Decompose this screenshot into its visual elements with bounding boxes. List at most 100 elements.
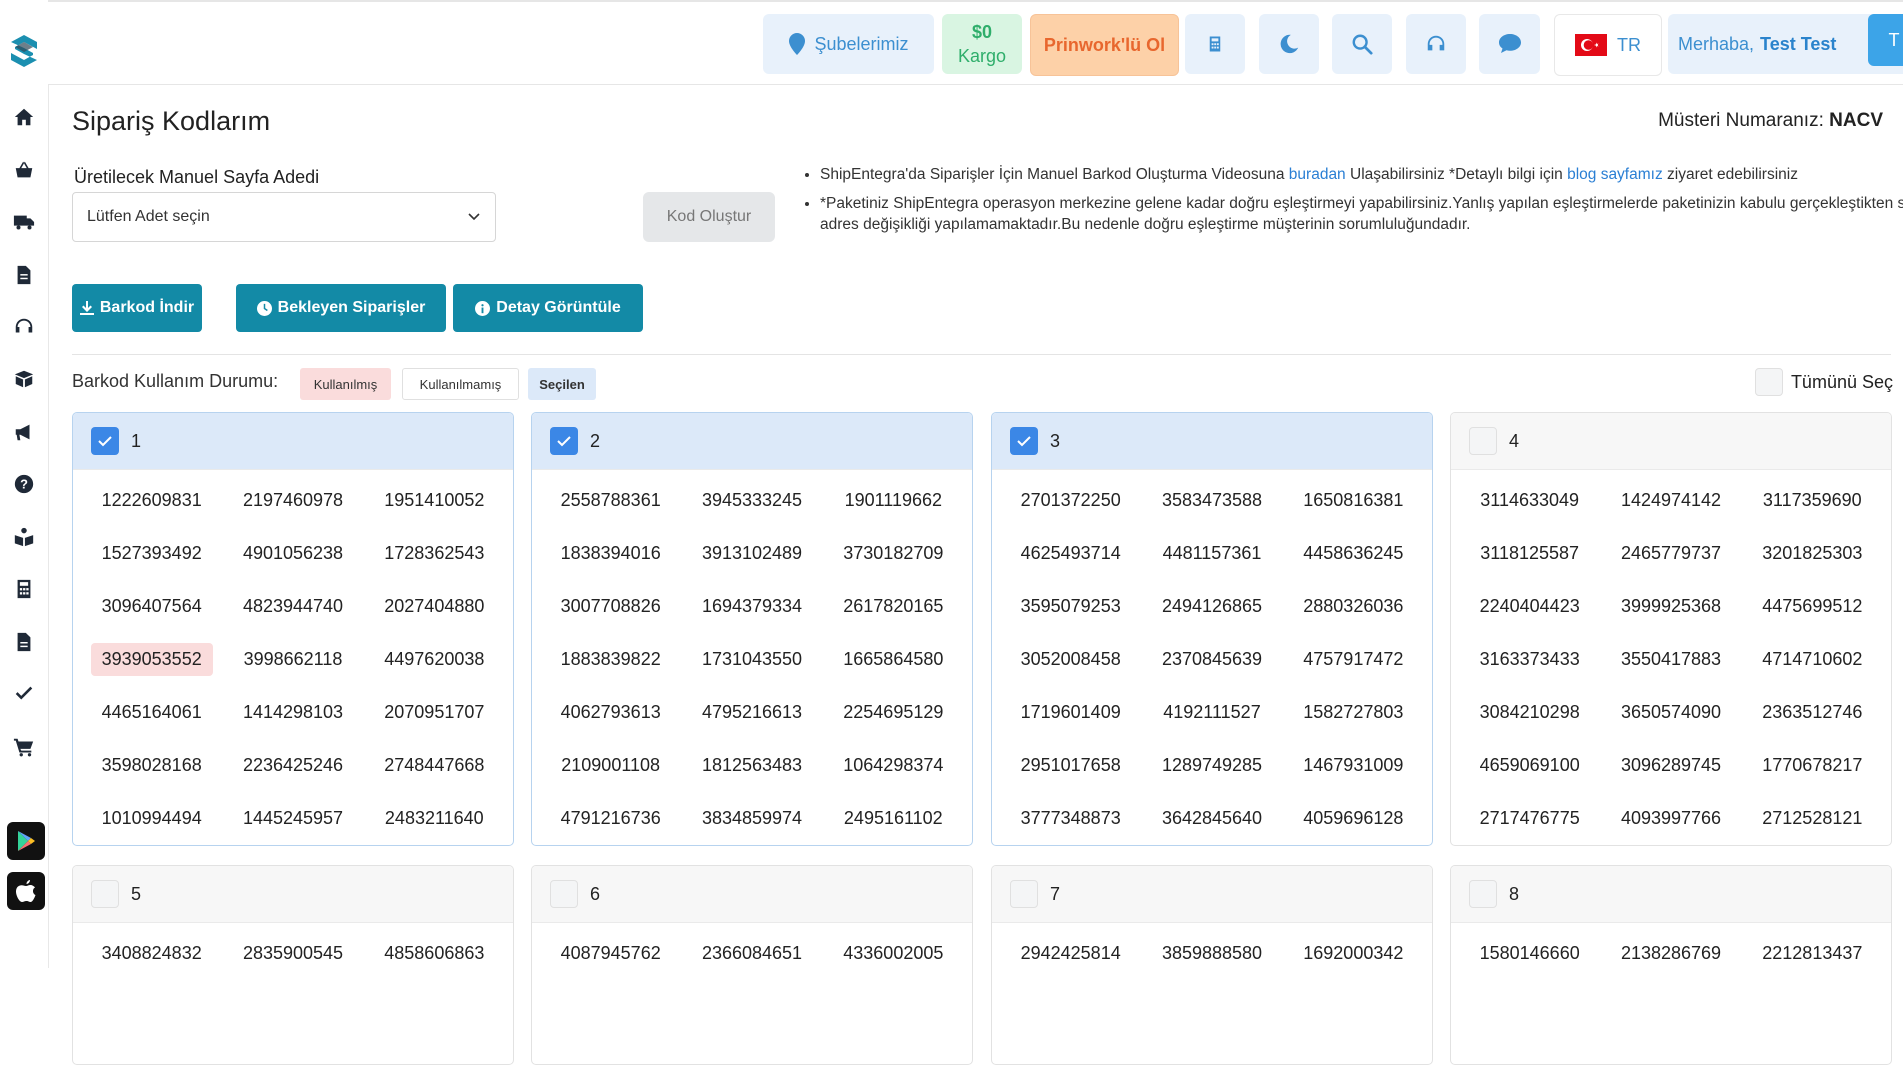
page-number: 4	[1509, 430, 1520, 451]
barcode-value: 3859888580	[1161, 943, 1263, 963]
barcode-value: 2370845639	[1161, 649, 1263, 669]
barcode-item: 4659069100	[1459, 739, 1600, 792]
barcode-item: 3550417883	[1600, 633, 1741, 686]
search-button[interactable]	[1332, 14, 1392, 74]
barcode-item: 3096407564	[81, 580, 222, 633]
page-checkbox[interactable]	[91, 427, 119, 455]
page-checkbox[interactable]	[550, 880, 578, 908]
barcode-value: 1731043550	[701, 649, 803, 669]
download-icon	[79, 301, 94, 315]
select-all[interactable]: Tümünü Seç	[1754, 368, 1893, 396]
barcode-item: 3834859974	[681, 792, 822, 845]
page-checkbox[interactable]	[1469, 427, 1497, 455]
barcode-value: 2701372250	[1020, 490, 1121, 510]
barcode-value: 1650816381	[1303, 490, 1404, 510]
barcode-value: 2465779737	[1620, 543, 1722, 563]
apple-store-icon[interactable]	[7, 872, 45, 910]
help-icon[interactable]: ?	[12, 472, 36, 496]
barcode-item: 3598028168	[81, 739, 222, 792]
barcode-page-header[interactable]: 5	[73, 866, 513, 923]
barcode-page-header[interactable]: 2	[532, 413, 972, 470]
megaphone-icon[interactable]	[12, 420, 36, 444]
page-checkbox[interactable]	[1469, 880, 1497, 908]
blog-link[interactable]: blog sayfamız	[1567, 166, 1663, 183]
barcode-value: 2254695129	[843, 702, 944, 722]
barcode-page-card: 2 2558788361 3945333245 1901119662 183839401…	[531, 412, 973, 846]
info-text: ziyaret edebilirsiniz	[1662, 166, 1798, 183]
page-count-label: Üretilecek Manuel Sayfa Adedi	[74, 167, 320, 187]
barcode-item: 4336002005	[823, 927, 964, 980]
barcode-item: 3777348873	[1000, 792, 1141, 845]
support-button[interactable]	[1406, 14, 1466, 74]
headset-icon[interactable]	[12, 315, 36, 339]
barcode-page-card: 1 1222609831 2197460978 1951410052 152739349…	[72, 412, 514, 846]
barcode-page-header[interactable]: 4	[1451, 413, 1891, 470]
barcode-value: 3945333245	[701, 490, 803, 510]
selected-badge: Seçilen	[528, 368, 596, 400]
video-link[interactable]: buradan	[1289, 166, 1346, 183]
barcode-page-card: 5 3408824832 2835900545 4858606863	[72, 865, 514, 1065]
calculator-icon[interactable]	[12, 577, 36, 601]
download-barcode-button[interactable]: Barkod İndir	[72, 284, 202, 332]
barcode-page-header[interactable]: 1	[73, 413, 513, 470]
file-icon[interactable]	[12, 630, 36, 654]
calculator-button[interactable]	[1185, 14, 1245, 74]
page-checkbox[interactable]	[1010, 427, 1038, 455]
branches-button[interactable]: Şubelerimiz	[763, 14, 934, 74]
cargo-balance-button[interactable]: $0 Kargo	[942, 14, 1022, 74]
cargo-label: Kargo	[957, 46, 1007, 66]
barcode-page-card: 6 4087945762 2366084651 4336002005	[531, 865, 973, 1065]
book-reader-icon[interactable]	[12, 525, 36, 549]
barcode-item: 3007708826	[540, 580, 681, 633]
google-play-icon[interactable]	[7, 822, 45, 860]
barcode-value: 3583473588	[1161, 490, 1263, 510]
barcode-page-header[interactable]: 3	[992, 413, 1432, 470]
barcode-value: 1692000342	[1303, 943, 1404, 963]
language-selector[interactable]: TR	[1554, 14, 1662, 76]
generate-code-button[interactable]: Kod Oluştur	[643, 192, 775, 242]
barcode-item: 2701372250	[1000, 474, 1141, 527]
pending-orders-button[interactable]: Bekleyen Siparişler	[236, 284, 446, 332]
box-icon[interactable]	[12, 367, 36, 391]
barcode-value: 3650574090	[1620, 702, 1722, 722]
barcode-list: 3408824832 2835900545 4858606863	[73, 923, 513, 980]
barcode-value: 1812563483	[701, 755, 803, 775]
shipentegra-logo-icon[interactable]	[9, 33, 39, 69]
svg-text:?: ?	[20, 477, 28, 492]
barcode-value: 1222609831	[101, 490, 202, 510]
dark-mode-button[interactable]	[1259, 14, 1319, 74]
customer-number-label: Müsteri Numaranız:	[1658, 110, 1824, 131]
barcode-item: 4062793613	[540, 686, 681, 739]
avatar[interactable]: T	[1868, 14, 1903, 66]
barcode-page-header[interactable]: 8	[1451, 866, 1891, 923]
page-checkbox[interactable]	[1010, 880, 1038, 908]
view-detail-button[interactable]: Detay Görüntüle	[453, 284, 643, 332]
barcode-value: 4458636245	[1303, 543, 1404, 563]
barcode-page-card: 3 2701372250 3583473588 1650816381 462549371…	[991, 412, 1433, 846]
document-icon[interactable]	[12, 263, 36, 287]
basket-icon[interactable]	[12, 158, 36, 182]
select-all-checkbox[interactable]	[1754, 368, 1783, 396]
truck-icon[interactable]	[12, 210, 36, 234]
barcode-value: 3999925368	[1620, 596, 1722, 616]
user-menu[interactable]: Merhaba, Test Test T	[1668, 14, 1903, 74]
barcode-value: 1951410052	[384, 490, 485, 510]
prinwork-button[interactable]: Prinwork'lü Ol	[1030, 14, 1179, 76]
barcode-item: 4481157361	[1141, 527, 1282, 580]
page-checkbox[interactable]	[550, 427, 578, 455]
home-icon[interactable]	[12, 105, 36, 129]
cart-icon[interactable]	[12, 735, 36, 759]
page-count-select[interactable]: Lütfen Adet seçin	[72, 192, 496, 242]
select-all-label: Tümünü Seç	[1790, 371, 1893, 392]
barcode-value: 3598028168	[101, 755, 202, 775]
barcode-value: 1445245957	[242, 808, 344, 828]
barcode-value: 1527393492	[101, 543, 202, 563]
barcode-item: 2465779737	[1600, 527, 1741, 580]
messages-button[interactable]	[1479, 14, 1540, 74]
page-checkbox[interactable]	[91, 880, 119, 908]
unused-badge: Kullanılmamış	[402, 368, 519, 400]
barcode-item: 1770678217	[1742, 739, 1883, 792]
check-icon[interactable]	[12, 682, 36, 706]
barcode-page-header[interactable]: 7	[992, 866, 1432, 923]
barcode-page-header[interactable]: 6	[532, 866, 972, 923]
